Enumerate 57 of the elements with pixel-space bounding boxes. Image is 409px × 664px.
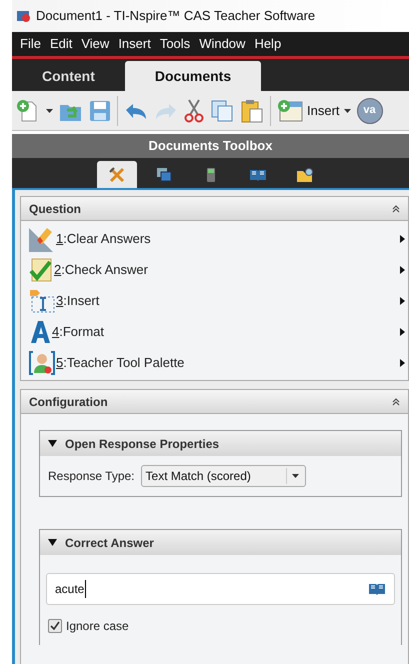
checklist-icon [29,258,53,282]
menu-item[interactable]: 4:Format [52,322,399,342]
menu-item[interactable]: Window [199,34,246,54]
checkbox-label: Ignore case [66,618,129,635]
caret-icon [344,108,351,112]
window-title: Document1 - TI-Nspire™ CAS Teacher Software [36,7,316,26]
answer-field[interactable]: acute [46,573,395,605]
menu-item[interactable]: File [20,34,41,54]
submenu-arrow-icon [400,234,405,242]
submenu-arrow-icon [400,358,405,366]
expand-triangle-icon[interactable] [48,440,57,447]
caret-icon [46,108,53,112]
tools-icon [108,166,126,184]
menu-item[interactable]: Help [254,34,282,54]
insert-page-icon [277,98,303,122]
submenu-arrow-icon [400,296,405,304]
menu-item[interactable]: 1:Clear Answers [56,228,399,248]
letter-a-icon [29,320,51,344]
section-title: Question [29,200,82,218]
group-title: Correct Answer [65,534,154,552]
submenu-arrow-icon [400,328,405,336]
group-title: Open Response Properties [65,436,220,452]
menu-item[interactable]: Insert [118,34,151,54]
tab[interactable]: Content [12,61,125,91]
field-label: Response Type: [48,468,135,485]
tab[interactable]: Documents [124,61,262,91]
menu-item[interactable]: 2:Check Answer [54,260,399,280]
book-icon[interactable] [368,582,386,596]
calculator-icon [206,166,216,182]
menu-item[interactable]: Tools [160,34,190,54]
scissors-icon[interactable] [184,98,204,122]
menu-item[interactable]: Edit [50,34,72,54]
insert-box-icon [29,288,55,312]
eraser-icon [29,226,55,252]
section-title: Configuration [29,394,108,410]
response-type-dropdown[interactable]: Text Match (scored) [140,465,306,487]
copy-icon[interactable] [210,98,234,122]
collapse-icon[interactable] [392,204,400,212]
insert-button[interactable]: Insert [277,98,351,122]
collapse-icon[interactable] [392,398,400,406]
app-logo-icon [16,9,32,23]
toolbox-tab[interactable] [96,161,136,188]
folder-icon [296,166,314,182]
menu-item[interactable]: View [81,34,110,54]
book-icon [248,168,266,182]
undo-icon[interactable] [124,102,148,120]
checkbox[interactable] [48,619,62,633]
expand-triangle-icon[interactable] [48,539,57,546]
caret-icon [292,474,299,478]
paste-icon[interactable] [240,98,264,122]
pages-icon [156,166,172,182]
submenu-arrow-icon [400,266,405,274]
toolbox-header: Documents Toolbox [12,134,409,158]
save-icon[interactable] [89,100,111,122]
teacher-icon [29,350,55,374]
menu-item[interactable]: 3:Insert [56,290,399,310]
menu-item[interactable]: 5:Teacher Tool Palette [56,352,399,372]
